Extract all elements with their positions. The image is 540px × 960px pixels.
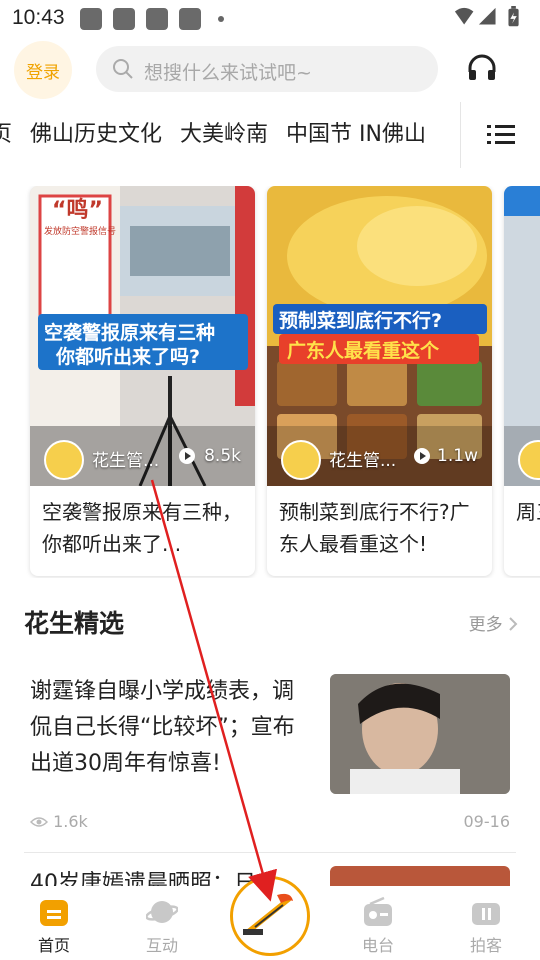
center-create-button[interactable] (230, 876, 310, 956)
video-card[interactable]: 预制菜到底行不行? 广东人最看重这个 花生管... 1.1w 预制菜到底行不行?… (267, 186, 492, 576)
thumb-subtag: 发放防空警报信号 (44, 227, 117, 237)
channel-tab[interactable]: 中国节 IN佛山 (286, 102, 426, 168)
status-bar: 10:43 (0, 0, 540, 36)
thumb-headline: 广东人最看重这个 (287, 340, 440, 362)
card-meta: 花生管... 8.5k (30, 436, 255, 486)
article-title[interactable]: 谢霆锋自曝小学成绩表，调侃自己长得“比较坏”；宣布出道30周年有惊喜! (30, 674, 312, 782)
more-notifications-icon (218, 16, 224, 22)
article-photo (330, 674, 510, 794)
search-input[interactable]: 想搜什么来试试吧~ (96, 46, 438, 92)
tab-label: 首页 (37, 936, 70, 955)
thumb-headline: 空袭警报原来有三种 (44, 322, 216, 344)
channel-fade (440, 102, 462, 168)
channel-tab[interactable]: 佛山历史文化 (30, 102, 162, 168)
section-header: 花生精选 更多 (0, 600, 540, 646)
play-count: 1.1w (437, 446, 478, 466)
tab-label: 互动 (145, 936, 178, 955)
video-card[interactable]: 周三交... (504, 186, 540, 576)
headphones-icon[interactable] (466, 52, 498, 82)
video-camera-icon (472, 903, 500, 925)
channel-tab[interactable]: 页 (0, 102, 12, 168)
thumb-headline: 预制菜到底行不行? (279, 310, 443, 332)
card-title[interactable]: 空袭警报原来有三种，你都听出来了... (42, 496, 247, 560)
notification-icon (179, 8, 201, 30)
video-card[interactable]: “鸣” 发放防空警报信号 空袭警报原来有三种 你都听出来了吗? 花生管... 8… (30, 186, 255, 576)
avatar (44, 440, 84, 480)
avatar (518, 440, 540, 480)
thumb-tag: “鸣” (52, 198, 103, 223)
channel-tabs: 页佛山历史文化 大美岭南 中国节 IN佛山 (0, 102, 444, 168)
card-title[interactable]: 周三交... (516, 496, 540, 528)
section-title: 花生精选 (24, 609, 125, 638)
tab-label: 拍客 (469, 936, 502, 955)
radio-icon (364, 896, 392, 926)
system-status-icons (454, 6, 519, 27)
eye-icon (29, 817, 49, 827)
more-label: 更多 (468, 615, 503, 635)
peanut-logo-icon (243, 893, 293, 935)
author-name[interactable]: 花生管... (329, 446, 396, 471)
avatar (281, 440, 321, 480)
view-count-value: 1.6k (53, 812, 88, 831)
list-menu-icon (486, 125, 515, 144)
tab-label: 电台 (361, 936, 394, 955)
planet-icon (146, 901, 178, 923)
play-icon (414, 448, 430, 464)
top-header: 登录 想搜什么来试试吧~ (0, 36, 540, 102)
chevron-right-icon (509, 617, 518, 631)
article-item[interactable]: 谢霆锋自曝小学成绩表，调侃自己长得“比较坏”；宣布出道30周年有惊喜! 1.6k… (29, 674, 511, 844)
tab-home[interactable]: 首页 (0, 886, 108, 960)
tab-interact[interactable]: 互动 (108, 886, 216, 960)
status-time: 10:43 (12, 6, 65, 29)
notification-icon (80, 8, 102, 30)
search-icon (113, 59, 133, 79)
card-meta: 花生管... 1.1w (267, 436, 492, 486)
more-link[interactable]: 更多 (469, 610, 518, 635)
tab-reporter[interactable]: 拍客 (432, 886, 540, 960)
card-meta (504, 436, 540, 486)
home-icon (40, 900, 68, 926)
channel-menu-button[interactable] (461, 102, 540, 168)
thumb-headline: 你都听出来了吗? (56, 346, 201, 368)
play-icon (179, 448, 195, 464)
author-name[interactable]: 花生管... (92, 446, 159, 471)
tab-radio[interactable]: 电台 (324, 886, 432, 960)
login-button[interactable]: 登录 (14, 41, 72, 99)
article-thumbnail[interactable] (330, 674, 510, 794)
search-placeholder: 想搜什么来试试吧~ (144, 62, 312, 84)
login-label: 登录 (26, 62, 60, 83)
channel-bar: 页佛山历史文化 大美岭南 中国节 IN佛山 (0, 102, 540, 168)
notification-icon (146, 8, 168, 30)
view-count: 1.6k (29, 812, 88, 831)
channel-tab[interactable]: 大美岭南 (180, 102, 268, 168)
divider (24, 852, 516, 853)
play-count: 8.5k (204, 446, 241, 466)
video-carousel: “鸣” 发放防空警报信号 空袭警报原来有三种 你都听出来了吗? 花生管... 8… (0, 186, 540, 578)
notification-icon (113, 8, 135, 30)
article-date: 09-16 (463, 812, 511, 831)
card-title[interactable]: 预制菜到底行不行?广东人最看重这个! (279, 496, 484, 560)
